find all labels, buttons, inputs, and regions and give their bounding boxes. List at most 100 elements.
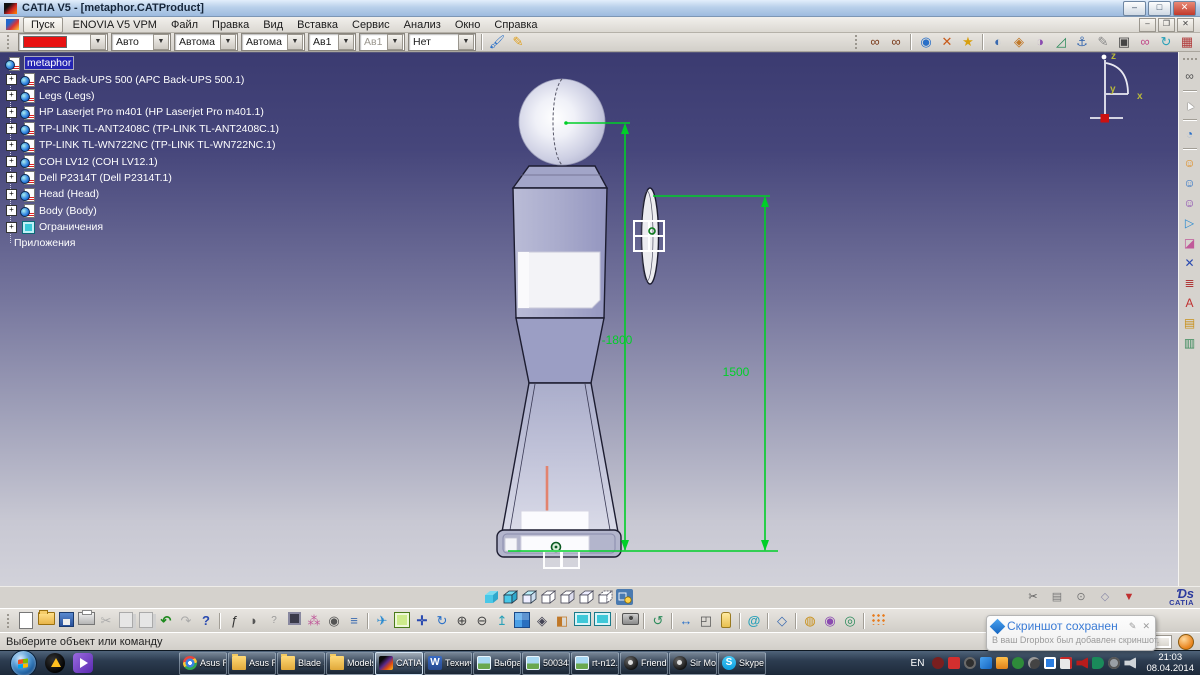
options-grid-icon[interactable]: ▦ xyxy=(1178,33,1196,51)
mdi-minimize-button[interactable]: – xyxy=(1139,18,1156,32)
undo-icon[interactable]: ↶ xyxy=(157,612,175,630)
tray-icon-8[interactable] xyxy=(1044,657,1056,669)
page-edit-icon[interactable]: ◪ xyxy=(1181,235,1198,252)
camera-icon[interactable] xyxy=(621,612,639,630)
expand-icon[interactable]: + xyxy=(6,189,17,200)
page-forward-icon[interactable]: ▷ xyxy=(1181,215,1198,232)
status-world-icon[interactable] xyxy=(1178,634,1194,650)
view-wireframe-2[interactable] xyxy=(561,591,574,603)
expand-icon[interactable]: + xyxy=(6,74,17,85)
clip-icon[interactable]: ◐ xyxy=(989,33,1007,51)
customize-grid-icon[interactable] xyxy=(869,612,887,630)
select-arrow-icon[interactable]: ▲ xyxy=(1178,94,1200,117)
paintbrush-icon[interactable]: 🖌︎ xyxy=(488,33,506,51)
taskbar-button-folder-3[interactable]: Models xyxy=(326,652,374,675)
fit-all-icon[interactable] xyxy=(393,612,411,630)
tray-flag-icon[interactable] xyxy=(1060,657,1072,669)
taskbar-button-word[interactable]: Техниче... xyxy=(424,652,472,675)
viewport-3d[interactable]: -1800 1500 z x y xyxy=(0,52,1178,586)
measure-item-icon[interactable]: ◰ xyxy=(697,612,715,630)
menu-analyze[interactable]: Анализ xyxy=(397,18,448,32)
toolbar-drag-handle[interactable] xyxy=(855,35,860,49)
model-head[interactable] xyxy=(519,79,605,165)
menu-window[interactable]: Окно xyxy=(448,18,488,32)
tree-item[interactable]: +Legs (Legs) xyxy=(2,88,282,104)
people-workbench-icon[interactable]: ☺ xyxy=(1181,155,1198,172)
help-icon[interactable]: ? xyxy=(265,612,283,630)
chain-link-icon[interactable]: ∞ xyxy=(1136,33,1154,51)
color-combo[interactable]: ▼ xyxy=(18,33,108,51)
minimize-button[interactable]: – xyxy=(1123,1,1146,16)
select-with-clock-icon[interactable]: ◔ xyxy=(1181,126,1198,143)
measure-ruler-icon[interactable]: ◿ xyxy=(1052,33,1070,51)
taskbar-button-image-1[interactable]: Выбран... xyxy=(473,652,521,675)
taskbar-button-catia[interactable]: CATIA V... xyxy=(375,652,423,675)
painter-icon[interactable]: ✎ xyxy=(509,33,527,51)
measure-inertia-icon[interactable] xyxy=(717,612,735,630)
view-shading-edges[interactable] xyxy=(504,591,517,603)
taskbar-button-image-2[interactable]: 5003436... xyxy=(522,652,570,675)
plane-symbol-icon[interactable]: ◇ xyxy=(773,612,791,630)
view-custom[interactable] xyxy=(616,589,633,605)
search-edit-icon[interactable]: ∞ xyxy=(887,33,905,51)
session-icon[interactable]: ◑ xyxy=(1031,33,1049,51)
formula-icon[interactable]: ƒ xyxy=(225,612,243,630)
expand-icon[interactable]: + xyxy=(6,123,17,134)
taskbar-clock[interactable]: 21:03 08.04.2014 xyxy=(1146,652,1194,674)
paperclip-icon[interactable]: ✎ xyxy=(1094,33,1112,51)
list-bars-icon[interactable]: ≣ xyxy=(1181,275,1198,292)
lock-icon[interactable]: ◉ xyxy=(325,612,343,630)
annotation-icon[interactable]: ◗ xyxy=(245,612,263,630)
open-icon[interactable] xyxy=(37,612,55,630)
taskbar-button-skype[interactable]: Skype™... xyxy=(718,652,766,675)
text-search-icon[interactable]: A xyxy=(1181,295,1198,312)
taskbar-button-steam-friends[interactable]: Friends xyxy=(620,652,668,675)
tree-item[interactable]: +HP Laserjet Pro m401 (HP Laserjet Pro m… xyxy=(2,104,282,120)
exchange-icon[interactable]: ✕ xyxy=(938,33,956,51)
view-shading[interactable] xyxy=(485,591,498,603)
tray-steam-icon[interactable] xyxy=(1028,657,1040,669)
toolbar-drag-handle[interactable] xyxy=(7,35,12,49)
image-capture-icon[interactable]: ▣ xyxy=(1115,33,1133,51)
thickness-combo[interactable]: Автома▼ xyxy=(174,33,238,51)
render-style-combo[interactable]: Ав1▼ xyxy=(308,33,356,51)
fly-mode-icon[interactable]: ✈ xyxy=(373,612,391,630)
menu-view[interactable]: Вид xyxy=(256,18,290,32)
expand-icon[interactable]: + xyxy=(6,156,17,167)
render-mode-icon[interactable]: ◧ xyxy=(553,612,571,630)
keyboard-icon[interactable]: ▤ xyxy=(1048,589,1066,607)
layer-filter-combo[interactable]: Нет▼ xyxy=(408,33,476,51)
tray-sync-icon[interactable] xyxy=(1108,657,1120,669)
normal-view-icon[interactable]: ↥ xyxy=(493,612,511,630)
mdi-restore-button[interactable]: ❐ xyxy=(1158,18,1175,32)
start-button[interactable] xyxy=(10,650,37,675)
menu-insert[interactable]: Вставка xyxy=(290,18,345,32)
zoom-out-icon[interactable]: ⊖ xyxy=(473,612,491,630)
tree-item[interactable]: +COH LV12 (COH LV12.1) xyxy=(2,153,282,169)
expand-icon[interactable]: + xyxy=(6,140,17,151)
mdi-close-button[interactable]: ✕ xyxy=(1177,18,1194,32)
point-symbol-combo[interactable]: Автома▼ xyxy=(241,33,305,51)
glasses-view-icon[interactable]: ∞ xyxy=(1181,68,1198,85)
whats-this-icon[interactable]: ? xyxy=(197,612,215,630)
component-swap-icon[interactable]: ✕ xyxy=(1181,255,1198,272)
tree-item-applications[interactable]: Приложения xyxy=(2,235,282,251)
tree-item[interactable]: +APC Back-UPS 500 (APC Back-UPS 500.1) xyxy=(2,71,282,87)
toolbar-drag-handle[interactable] xyxy=(1183,58,1197,63)
cut-plane-icon[interactable]: ✂ xyxy=(1024,589,1042,607)
tray-icon-11[interactable] xyxy=(1092,657,1104,669)
folders-icon[interactable]: ▤ xyxy=(1181,315,1198,332)
tray-icon-3[interactable] xyxy=(964,657,976,669)
view-wireframe-3[interactable] xyxy=(580,591,593,603)
layers-icon[interactable]: ▥ xyxy=(1181,335,1198,352)
close-button[interactable]: ✕ xyxy=(1173,1,1196,16)
view-shading-edges-hidden[interactable] xyxy=(523,591,536,603)
menu-help[interactable]: Справка xyxy=(487,18,544,32)
expand-icon[interactable]: + xyxy=(6,172,17,183)
menu-enovia[interactable]: ENOVIA V5 VPM xyxy=(66,18,164,32)
knowledge-inspector-icon[interactable]: ◎ xyxy=(841,612,859,630)
turntable-icon[interactable]: ↺ xyxy=(649,612,667,630)
tree-item[interactable]: +TP-LINK TL-WN722NC (TP-LINK TL-WN722NC.… xyxy=(2,137,282,153)
dropbox-notification[interactable]: Скриншот сохранен ✎ ✕ В ваш Dropbox был … xyxy=(986,615,1156,651)
tree-item[interactable]: +Dell P2314T (Dell P2314T.1) xyxy=(2,170,282,186)
